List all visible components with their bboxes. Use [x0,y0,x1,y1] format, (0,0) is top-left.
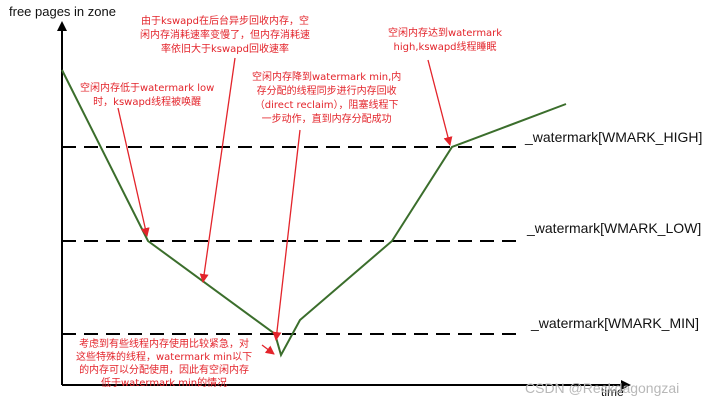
arrow-emergency [261,344,275,355]
arrow-below-min [272,129,301,341]
annotation-slow-reclaim: 由于kswapd在后台异步回收内存，空 闲内存消耗速率变慢了，但内存消耗速 率依… [140,16,310,55]
y-axis-label: free pages in zone [9,4,116,19]
watermark-min-label: _watermark[WMARK_MIN] [531,315,700,331]
watermark-high-label: _watermark[WMARK_HIGH] [525,129,703,145]
annotation-emergency: 考虑到有些线程内存使用比较紧急，对 这些特殊的线程，watermark min以… [76,339,253,389]
annotation-below-min: 空闲内存降到watermark min,内 存分配的线程同步进行内存回收 （di… [252,72,402,125]
arrow-below-low [117,107,150,237]
arrow-reach-high [427,59,453,146]
annotation-below-low: 空闲内存低于watermark low 时，kswapd线程被唤醒 [80,83,215,108]
watermark-low-label: _watermark[WMARK_LOW] [527,220,702,236]
annotation-reach-high: 空闲内存达到watermark high,kswapd线程睡眠 [388,28,503,53]
csdn-watermark: CSDN @Reckdagongzai [525,380,680,396]
